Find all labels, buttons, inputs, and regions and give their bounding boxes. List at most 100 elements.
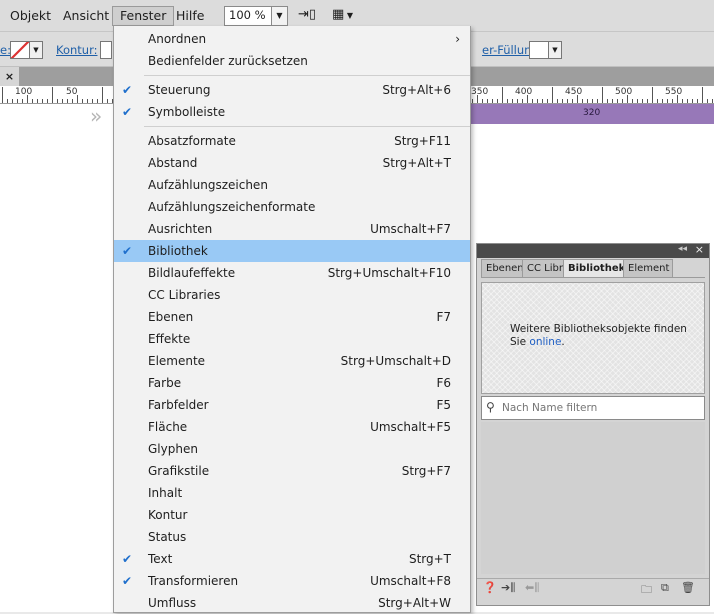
ruler-tick (27, 95, 28, 103)
panel-title-bar[interactable]: ◂◂ × (477, 243, 709, 258)
menu-item-label: Aufzählungszeichenformate (148, 200, 316, 214)
menu-item-kontur[interactable]: Kontur (114, 504, 470, 526)
menu-item-aufzählungszeichen[interactable]: Aufzählungszeichen (114, 174, 470, 196)
ruler-tick (67, 99, 68, 103)
ruler-tick (542, 99, 543, 103)
menu-item-label: Text (148, 552, 173, 566)
menu-item-abstand[interactable]: Abstand Strg+Alt+T (114, 152, 470, 174)
menu-item-shortcut: Strg+Alt+6 (382, 83, 451, 97)
menu-item-cc-libraries[interactable]: CC Libraries (114, 284, 470, 306)
place-item-icon[interactable]: ⬅⫼ (525, 581, 539, 595)
menu-item-farbe[interactable]: Farbe F6 (114, 372, 470, 394)
filter-input[interactable] (500, 399, 702, 417)
menu-item-fläche[interactable]: Fläche Umschalt+F5 (114, 416, 470, 438)
ruler-tick (547, 99, 548, 103)
library-item-list[interactable] (481, 422, 705, 574)
double-chevron-icon[interactable]: » (90, 104, 102, 128)
menu-item-glyphen[interactable]: Glyphen (114, 438, 470, 460)
tab-bibliothek[interactable]: Bibliothek (563, 259, 625, 278)
menu-item-umfluss[interactable]: Umfluss Strg+Alt+W (114, 592, 470, 614)
menu-item-label: Grafikstile (148, 464, 210, 478)
menu-item-grafikstile[interactable]: Grafikstile Strg+F7 (114, 460, 470, 482)
ruler-tick (22, 99, 23, 103)
menu-item-shortcut: Umschalt+F5 (370, 420, 451, 434)
ruler-tick (57, 99, 58, 103)
submenu-arrow-icon: › (455, 32, 460, 46)
menu-item-aufzählungszeichenformate[interactable]: Aufzählungszeichenformate (114, 196, 470, 218)
chevron-down-icon: ▼ (271, 7, 287, 25)
menu-item-anordnen[interactable]: Anordnen › (114, 28, 470, 50)
menu-item-label: Bedienfelder zurücksetzen (148, 54, 308, 68)
menu-item-label: Farbfelder (148, 398, 209, 412)
new-item-icon[interactable]: ⧉ (661, 581, 669, 595)
menu-item-elemente[interactable]: Elemente Strg+Umschalt+D (114, 350, 470, 372)
menu-item-bibliothek[interactable]: ✔ Bibliothek (114, 240, 470, 262)
menu-fenster[interactable]: Fenster (112, 6, 175, 26)
zoom-select[interactable]: 100 % ▼ (224, 6, 288, 26)
filter-search-box[interactable]: ⚲ (481, 396, 705, 420)
add-item-icon[interactable]: ➔⫼ (501, 581, 515, 595)
zoom-value: 100 % (229, 8, 266, 22)
menu-item-inhalt[interactable]: Inhalt (114, 482, 470, 504)
ruler-tick (92, 99, 93, 103)
online-link[interactable]: online (529, 336, 561, 348)
ruler-tick (622, 99, 623, 103)
checkmark-icon: ✔ (122, 105, 133, 119)
folder-icon[interactable]: 🗀 (641, 581, 652, 600)
menu-item-farbfelder[interactable]: Farbfelder F5 (114, 394, 470, 416)
menu-item-label: Fläche (148, 420, 188, 434)
menu-item-shortcut: Strg+F7 (401, 464, 451, 478)
ruler-tick (602, 87, 603, 103)
menu-item-text[interactable]: ✔ Text Strg+T (114, 548, 470, 570)
menu-item-steuerung[interactable]: ✔ Steuerung Strg+Alt+6 (114, 79, 470, 101)
tab-ebenen[interactable]: Ebenen (481, 259, 525, 278)
tab-divider (481, 277, 705, 278)
menu-item-symbolleiste[interactable]: ✔ Symbolleiste (114, 101, 470, 123)
go-to-page-icon[interactable]: ⇥▯ (298, 7, 316, 22)
menu-item-label: Absatzformate (148, 134, 236, 148)
menu-item-ausrichten[interactable]: Ausrichten Umschalt+F7 (114, 218, 470, 240)
ruler-tick (77, 95, 78, 103)
chevron-down-icon[interactable]: ▼ (29, 41, 43, 59)
menu-item-shortcut: Umschalt+F7 (370, 222, 451, 236)
close-icon[interactable]: × (695, 243, 704, 256)
ruler-tick (692, 99, 693, 103)
menu-item-ebenen[interactable]: Ebenen F7 (114, 306, 470, 328)
ruler-tick (32, 99, 33, 103)
ruler-tick (557, 99, 558, 103)
help-icon[interactable]: ❓ (483, 581, 497, 594)
chevron-down-icon[interactable]: ▼ (548, 41, 562, 59)
trash-icon[interactable]: 🗑 (681, 581, 695, 594)
fill-swatch[interactable] (10, 41, 30, 59)
ruler-tick (97, 99, 98, 103)
close-icon[interactable]: × (0, 67, 19, 86)
menu-item-shortcut: F7 (436, 310, 451, 324)
ruler-tick (107, 99, 108, 103)
tab-elemente[interactable]: Element (623, 259, 673, 278)
frame-selection-band: 320 (466, 104, 714, 124)
menu-item-transformieren[interactable]: ✔ Transformieren Umschalt+F8 (114, 570, 470, 592)
menu-ansicht[interactable]: Ansicht (56, 7, 116, 25)
ruler-tick (507, 99, 508, 103)
menu-item-absatzformate[interactable]: Absatzformate Strg+F11 (114, 130, 470, 152)
stroke-swatch[interactable] (100, 41, 112, 59)
fenster-menu: Anordnen › Bedienfelder zurücksetzen ✔ Steue… (113, 26, 471, 613)
menu-hilfe[interactable]: Hilfe (169, 7, 211, 25)
menu-item-label: Bildlaufeffekte (148, 266, 236, 280)
ruler-tick (577, 95, 578, 103)
menu-objekt[interactable]: Objekt (3, 7, 58, 25)
menu-item-bildlaufeffekte[interactable]: Bildlaufeffekte Strg+Umschalt+F10 (114, 262, 470, 284)
ruler-tick (652, 87, 653, 103)
collapse-icon[interactable]: ◂◂ (678, 244, 687, 254)
menu-item-bedienfelder-zurücksetzen[interactable]: Bedienfelder zurücksetzen (114, 50, 470, 72)
tab-cc-libraries[interactable]: CC Libra (522, 259, 566, 278)
screen-mode-icon[interactable]: ▦ ▼ (332, 7, 353, 22)
ruler-tick (677, 95, 678, 103)
ruler-tick (522, 99, 523, 103)
menu-item-status[interactable]: Status (114, 526, 470, 548)
ruler-tick (567, 99, 568, 103)
menu-item-label: Farbe (148, 376, 182, 390)
menu-item-effekte[interactable]: Effekte (114, 328, 470, 350)
menu-item-shortcut: Umschalt+F8 (370, 574, 451, 588)
stroke-fill-swatch[interactable] (529, 41, 549, 59)
